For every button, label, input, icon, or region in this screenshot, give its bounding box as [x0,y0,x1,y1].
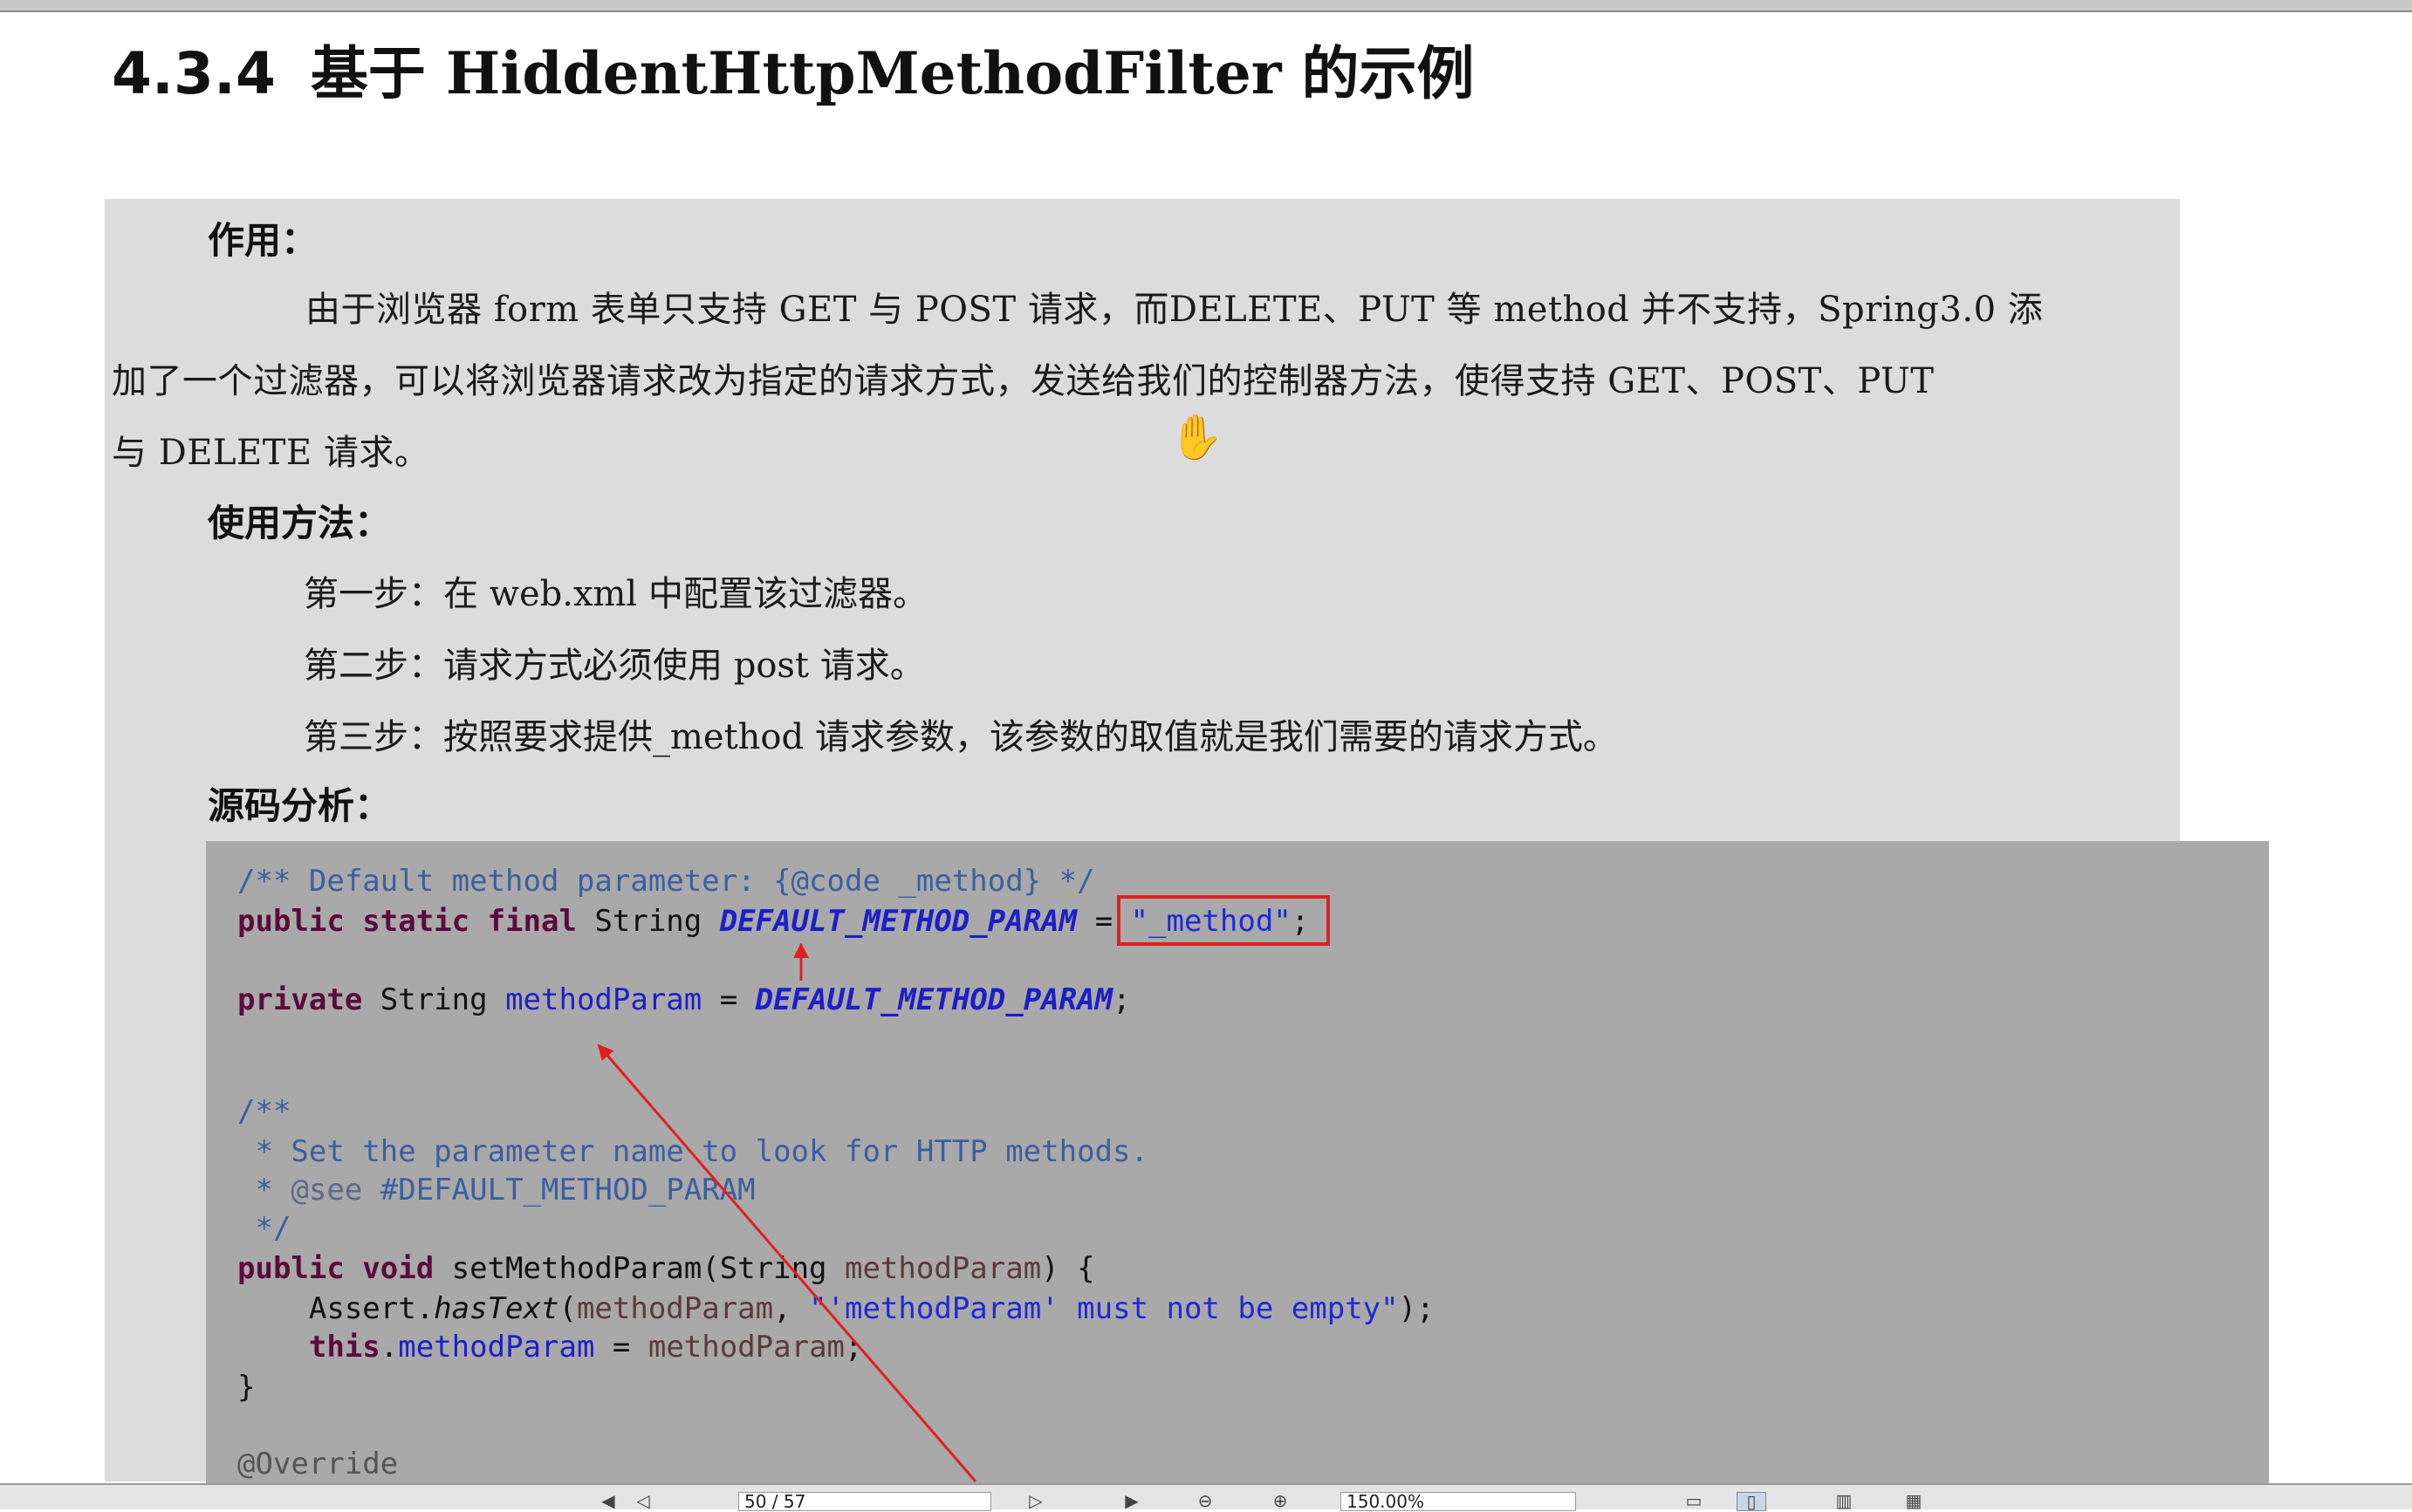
zoom-field[interactable]: 150.00% [1340,1492,1576,1511]
two-page-icon[interactable]: ▥ [1829,1492,1859,1511]
viewer-toolbar: ◀ ◁ 50 / 57 ▷ ▶ ⊖ ⊕ 150.00% ▭ ▯ ▥ ▦ [0,1483,2412,1511]
prev-page-icon-2[interactable]: ◁ [628,1492,658,1511]
continuous-page-icon[interactable]: ▯ [1737,1492,1766,1511]
arrow-diagonal-icon [597,1043,977,1482]
last-page-icon[interactable]: ▶ [1117,1492,1147,1511]
annotation-arrows [597,942,977,1482]
prev-page-icon[interactable]: ◀ [593,1492,623,1511]
zoom-in-icon[interactable]: ⊕ [1265,1492,1295,1511]
next-page-icon[interactable]: ▷ [1021,1492,1051,1511]
single-page-icon[interactable]: ▭ [1679,1492,1709,1511]
grid-view-icon[interactable]: ▦ [1899,1492,1929,1511]
zoom-out-icon[interactable]: ⊖ [1190,1492,1220,1511]
page-number-field[interactable]: 50 / 57 [738,1492,991,1511]
